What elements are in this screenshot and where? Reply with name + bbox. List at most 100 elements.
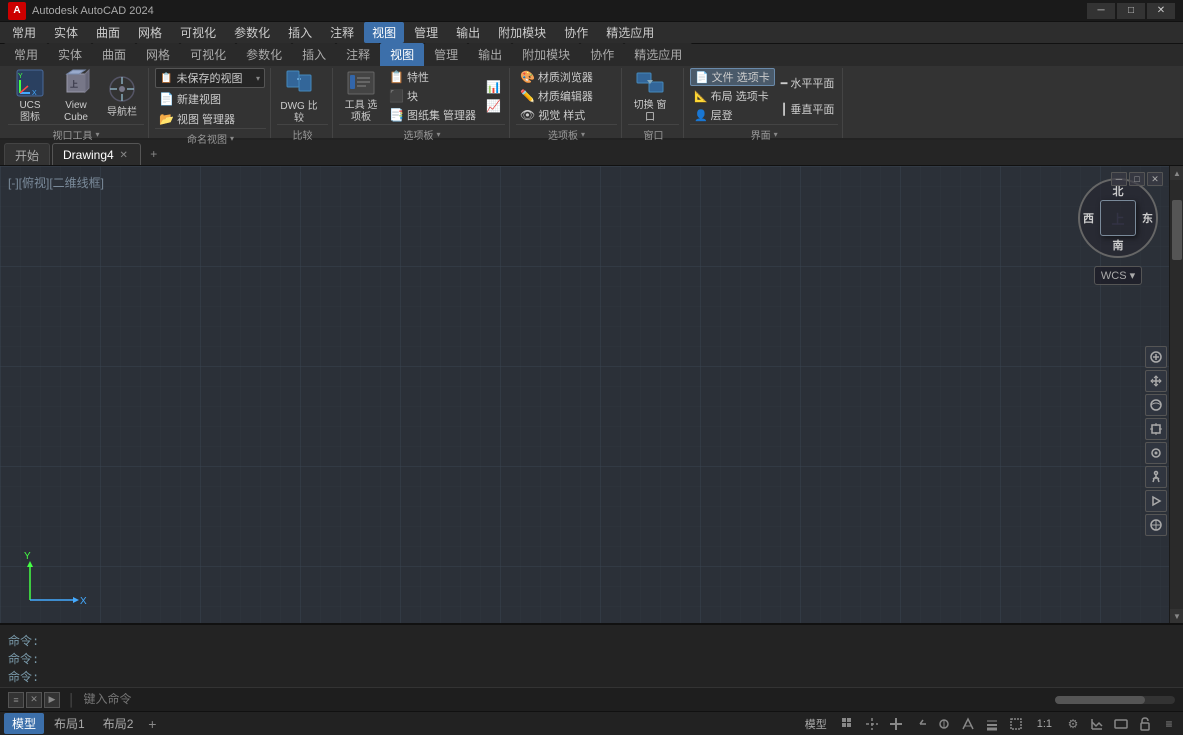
snap-toggle[interactable] [862,715,882,733]
ortho-toggle[interactable] [886,715,906,733]
orbit-button[interactable] [1145,394,1167,416]
named-views-label[interactable]: 命名视图 ▾ [155,128,266,147]
maximize-button[interactable]: □ [1117,3,1145,19]
ribbon-tab-视图[interactable]: 视图 [380,43,424,66]
menu-item-10[interactable]: 输出 [448,22,488,43]
horizontal-plane-btn[interactable]: ━ 水平平面 [777,71,839,95]
minimize-button[interactable]: ─ [1087,3,1115,19]
properties-button[interactable]: 📋 特性 [385,68,480,86]
menu-item-2[interactable]: 曲面 [88,22,128,43]
file-tab-button[interactable]: 📄 文件 选项卡 [690,68,775,86]
menu-item-0[interactable]: 常用 [4,22,44,43]
ribbon-tab-精选应用[interactable]: 精选应用 [624,43,692,66]
look-from-button[interactable] [1145,442,1167,464]
wcs-badge[interactable]: WCS ▾ [1094,266,1142,285]
zoom-extents-button[interactable] [1145,418,1167,440]
materials-label[interactable]: 选项板 ▾ [516,124,617,143]
polar-toggle[interactable] [910,715,930,733]
ribbon-tab-协作[interactable]: 协作 [580,43,624,66]
viewport-tools-label[interactable]: 视口工具 ▾ [8,124,144,143]
workspace-toggle[interactable] [1111,715,1131,733]
ribbon-tab-可视化[interactable]: 可视化 [180,43,236,66]
ucs-icon-button[interactable]: X Y UCS图标 [8,68,52,124]
scale-btn[interactable]: 1:1 [1030,716,1059,732]
dwg-compare-button[interactable]: DWG 比较 [277,68,321,124]
scroll-handle[interactable] [1172,200,1182,260]
menu-item-11[interactable]: 附加模块 [490,22,554,43]
lineweight-toggle[interactable] [982,715,1002,733]
scroll-up-button[interactable]: ▲ [1170,166,1183,180]
compare-label[interactable]: 比较 [277,124,328,143]
menu-item-9[interactable]: 管理 [406,22,446,43]
model-btn[interactable]: 模型 [798,714,834,734]
menu-item-5[interactable]: 参数化 [226,22,278,43]
material-editor-button[interactable]: ✏️ 材质编辑器 [516,87,597,105]
walk-button[interactable] [1145,466,1167,488]
ribbon-tab-管理[interactable]: 管理 [424,43,468,66]
cmd-arrow-button[interactable]: ▶ [44,692,60,708]
signin-button[interactable]: 👤 层登 [690,106,775,124]
annotation-scale-btn[interactable] [1087,715,1107,733]
ribbon-tab-注释[interactable]: 注释 [336,43,380,66]
osnap-toggle[interactable] [934,715,954,733]
scroll-thumb[interactable] [1170,180,1183,609]
ribbon-tab-曲面[interactable]: 曲面 [92,43,136,66]
menu-toggle[interactable]: ≡ [1159,715,1179,733]
command-input-field[interactable] [84,693,1050,707]
menu-item-4[interactable]: 可视化 [172,22,224,43]
tools-palette-button[interactable]: 工具 选项板 [339,68,383,124]
ribbon-tab-附加模块[interactable]: 附加模块 [512,43,580,66]
navigator-button[interactable]: 导航栏 [100,68,144,124]
layout-tab-button[interactable]: 📐 布局 选项卡 [690,87,775,105]
menu-item-7[interactable]: 注释 [322,22,362,43]
otrack-toggle[interactable] [958,715,978,733]
canvas-area[interactable]: [-][俯视][二维线框] 北 南 东 西 上 WCS ▾ ▲ ▼ [0,166,1183,623]
cube-face-top[interactable]: 上 [1100,200,1136,236]
ribbon-tab-网格[interactable]: 网格 [136,43,180,66]
drawing4-close-button[interactable]: ✕ [118,149,130,161]
zoom-in-button[interactable] [1145,346,1167,368]
palettes-label[interactable]: 选项板 ▾ [339,124,505,143]
right-scrollbar[interactable]: ▲ ▼ [1169,166,1183,623]
pan-button[interactable] [1145,370,1167,392]
doc-tab-start[interactable]: 开始 [4,143,50,165]
cmd-settings-button[interactable]: ≡ [8,692,24,708]
block-button[interactable]: ⬛ 块 [385,87,480,105]
compass-ring[interactable]: 北 南 东 西 上 [1078,178,1158,258]
viewport-close-button[interactable]: ✕ [1147,172,1163,186]
ribbon-tab-插入[interactable]: 插入 [292,43,336,66]
view-styles-button[interactable]: 👁 视觉 样式 [516,106,589,124]
doc-tab-drawing4[interactable]: Drawing4 ✕ [52,143,141,165]
menu-item-12[interactable]: 协作 [556,22,596,43]
cmd-recent-button[interactable]: ✕ [26,692,42,708]
switch-window-button[interactable]: 切换 窗口 [628,68,672,124]
ribbon-tab-参数化[interactable]: 参数化 [236,43,292,66]
scroll-down-button[interactable]: ▼ [1170,609,1183,623]
sheet-set-button[interactable]: 📑 图纸集 管理器 [385,106,480,124]
ribbon-tab-常用[interactable]: 常用 [4,43,48,66]
layout1-tab[interactable]: 布局1 [46,713,93,734]
viewport-maximize-button[interactable]: □ [1129,172,1145,186]
windows-label[interactable]: 窗口 [628,124,679,143]
vertical-plane-btn[interactable]: ┃ 垂直平面 [777,97,839,121]
menu-item-6[interactable]: 插入 [280,22,320,43]
new-view-button[interactable]: 📄 新建视图 [155,90,225,108]
show-motion-button[interactable] [1145,490,1167,512]
view-cube-button[interactable]: 上 ViewCube [54,68,98,124]
ribbon-tab-输出[interactable]: 输出 [468,43,512,66]
ribbon-tab-实体[interactable]: 实体 [48,43,92,66]
transparency-toggle[interactable] [1006,715,1026,733]
extra-btn-2[interactable]: 📈 [482,97,505,115]
view-cube-widget[interactable]: 北 南 东 西 上 WCS ▾ [1073,178,1163,318]
menu-item-1[interactable]: 实体 [46,22,86,43]
close-button[interactable]: ✕ [1147,3,1175,19]
material-browser-button[interactable]: 🎨 材质浏览器 [516,68,597,86]
menu-item-13[interactable]: 精选应用 [598,22,662,43]
layout2-tab[interactable]: 布局2 [95,713,142,734]
add-layout-button[interactable]: + [143,715,161,733]
view-manager-button[interactable]: 📂 视图 管理器 [155,110,239,128]
interface-label[interactable]: 界面 ▾ [690,124,838,143]
grid-toggle[interactable] [838,715,858,733]
extra-btn-1[interactable]: 📊 [482,78,505,96]
viewport-minimize-button[interactable]: ─ [1111,172,1127,186]
